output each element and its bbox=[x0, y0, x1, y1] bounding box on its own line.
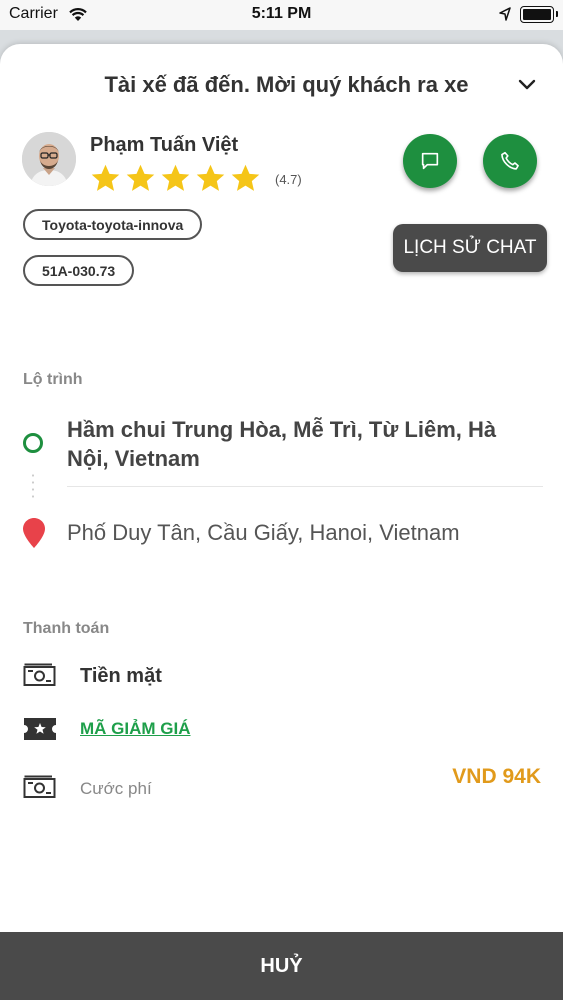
destination-pin-icon bbox=[23, 518, 45, 548]
license-plate-badge: 51A-030.73 bbox=[23, 255, 135, 286]
battery-icon bbox=[520, 6, 558, 23]
rating-value: (4.7) bbox=[275, 172, 302, 187]
payment-section-label: Thanh toán bbox=[23, 620, 110, 637]
star-icon bbox=[231, 164, 260, 191]
star-icon bbox=[161, 164, 190, 191]
fare-cash-icon bbox=[23, 775, 56, 798]
call-button[interactable] bbox=[483, 134, 537, 188]
fare-amount: VND 94K bbox=[452, 765, 541, 788]
cash-icon bbox=[23, 663, 56, 686]
route-connector bbox=[32, 472, 34, 502]
voucher-ticket-icon bbox=[24, 718, 56, 740]
dropoff-address: Phố Duy Tân, Cầu Giấy, Hanoi, Vietnam bbox=[67, 520, 460, 545]
trip-status-title: Tài xế đã đến. Mời quý khách ra xe bbox=[104, 72, 469, 97]
trip-sheet: Tài xế đã đến. Mời quý khách ra xe Phạm … bbox=[0, 44, 563, 1000]
chat-history-button[interactable]: LỊCH SỬ CHAT bbox=[393, 224, 547, 272]
star-rating bbox=[89, 162, 262, 195]
origin-marker-icon bbox=[23, 433, 43, 453]
pickup-address: Hầm chui Trung Hòa, Mễ Trì, Từ Liêm, Hà … bbox=[67, 417, 497, 471]
chat-bubble-icon bbox=[421, 152, 439, 170]
chevron-down-icon[interactable] bbox=[517, 78, 537, 92]
location-arrow-icon bbox=[499, 7, 511, 26]
status-bar: Carrier 5:11 PM bbox=[0, 0, 563, 30]
driver-name: Phạm Tuấn Việt bbox=[90, 134, 239, 156]
clock: 5:11 PM bbox=[251, 5, 312, 22]
star-icon bbox=[126, 164, 155, 191]
star-icon bbox=[196, 164, 225, 191]
route-divider bbox=[67, 486, 543, 487]
payment-method: Tiền mặt bbox=[80, 665, 162, 687]
phone-icon bbox=[501, 151, 519, 170]
route-section-label: Lộ trình bbox=[23, 371, 83, 388]
driver-avatar bbox=[22, 132, 76, 186]
cancel-button[interactable]: HUỶ bbox=[0, 932, 563, 1000]
promo-code-link[interactable]: MÃ GIẢM GIÁ bbox=[80, 719, 191, 739]
chat-button[interactable] bbox=[403, 134, 457, 188]
car-model-badge: Toyota-toyota-innova bbox=[23, 209, 203, 240]
fare-label: Cước phí bbox=[80, 779, 152, 798]
star-icon bbox=[91, 164, 120, 191]
